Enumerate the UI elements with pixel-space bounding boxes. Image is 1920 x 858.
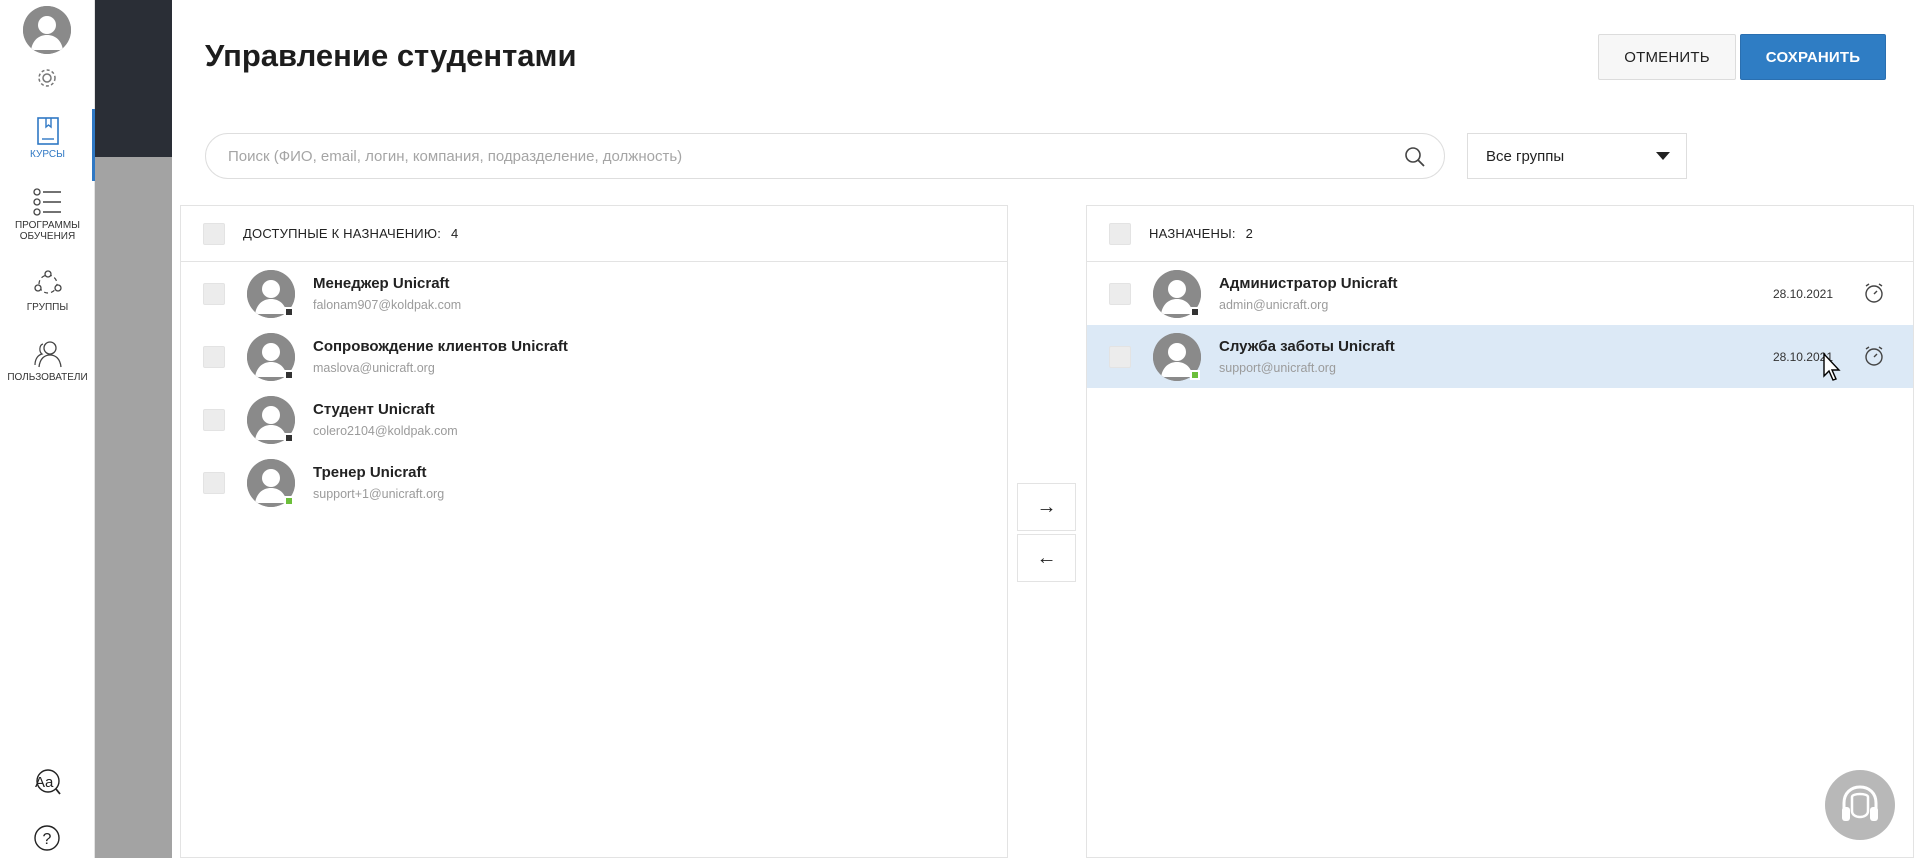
page-title: Управление студентами: [205, 38, 577, 73]
assign-button[interactable]: →: [1017, 483, 1076, 531]
available-header: ДОСТУПНЫЕ К НАЗНАЧЕНИЮ: 4: [181, 206, 1007, 262]
status-online-indicator: [284, 495, 294, 506]
status-offline-indicator: [284, 369, 294, 380]
sidebar-item-label: ПРОГРАММЫ: [14, 220, 80, 231]
available-label: ДОСТУПНЫЕ К НАЗНАЧЕНИЮ:: [243, 226, 442, 241]
assigned-header: НАЗНАЧЕНЫ: 2: [1087, 206, 1913, 262]
help-icon[interactable]: ?: [33, 824, 61, 852]
sidebar-item-groups[interactable]: ГРУППЫ: [0, 270, 95, 313]
assigned-date: 28.10.2021: [1772, 287, 1833, 301]
available-count: 4: [451, 226, 459, 241]
search-icon[interactable]: [1404, 146, 1426, 168]
search-box: [205, 133, 1445, 179]
avatar: [1153, 332, 1201, 381]
cancel-button[interactable]: ОТМЕНИТЬ: [1598, 34, 1736, 80]
sidebar-item-label: ГРУППЫ: [26, 302, 69, 313]
list-item[interactable]: Администратор Unicraft admin@unicraft.or…: [1087, 262, 1913, 325]
sidebar-item-courses[interactable]: КУРСЫ: [0, 109, 95, 181]
avatar: [247, 269, 295, 318]
search-input[interactable]: [228, 134, 1378, 178]
sidebar-item-label: ПОЛЬЗОВАТЕЛИ: [7, 372, 88, 383]
row-checkbox[interactable]: [1109, 282, 1131, 305]
row-checkbox[interactable]: [203, 282, 225, 305]
sidebar-item-users[interactable]: ПОЛЬЗОВАТЕЛИ: [0, 340, 95, 383]
font-size-icon[interactable]: Aa: [33, 768, 61, 796]
assigned-label: НАЗНАЧЕНЫ:: [1149, 226, 1236, 241]
sidebar-item-programs[interactable]: ПРОГРАММЫ ОБУЧЕНИЯ: [0, 188, 95, 242]
avatar-person-icon: [23, 6, 71, 54]
svg-text:?: ?: [43, 831, 52, 848]
select-all-available-checkbox[interactable]: [203, 222, 225, 245]
avatar: [1153, 269, 1201, 318]
user-name: Служба заботы Unicraft: [1219, 338, 1395, 355]
list-icon: [32, 188, 61, 216]
user-email: colero2104@koldpak.com: [313, 424, 458, 438]
user-name: Менеджер Unicraft: [313, 275, 450, 292]
user-name: Тренер Unicraft: [313, 464, 427, 481]
user-name: Сопровождение клиентов Unicraft: [313, 338, 568, 355]
row-checkbox[interactable]: [203, 471, 225, 494]
user-name: Студент Unicraft: [313, 401, 435, 418]
status-offline-indicator: [284, 432, 294, 443]
select-all-assigned-checkbox[interactable]: [1109, 222, 1131, 245]
row-checkbox[interactable]: [203, 345, 225, 368]
assigned-students-panel: НАЗНАЧЕНЫ: 2 Администратор Unicraft admi…: [1086, 205, 1914, 858]
timer-icon[interactable]: [1863, 282, 1885, 304]
headset-icon: [1842, 785, 1878, 821]
user-avatar[interactable]: [23, 6, 71, 54]
status-offline-indicator: [284, 306, 294, 317]
list-item[interactable]: Менеджер Unicraft falonam907@koldpak.com: [181, 262, 1007, 325]
chevron-down-icon: [1656, 152, 1670, 160]
user-email: support+1@unicraft.org: [313, 487, 445, 501]
save-button[interactable]: СОХРАНИТЬ: [1740, 34, 1886, 80]
book-icon: [36, 117, 59, 145]
group-filter-select[interactable]: Все группы: [1467, 133, 1687, 179]
avatar: [247, 332, 295, 381]
sidebar-item-label: КУРСЫ: [30, 149, 65, 160]
user-email: support@unicraft.org: [1219, 361, 1336, 375]
users-icon: [33, 341, 62, 368]
unassign-button[interactable]: ←: [1017, 534, 1076, 582]
gear-icon[interactable]: [35, 66, 59, 90]
row-checkbox[interactable]: [203, 408, 225, 431]
user-name: Администратор Unicraft: [1219, 275, 1398, 292]
status-online-indicator: [1190, 369, 1200, 380]
status-offline-indicator: [1190, 306, 1200, 317]
available-students-panel: ДОСТУПНЫЕ К НАЗНАЧЕНИЮ: 4 Менеджер Unicr…: [180, 205, 1008, 858]
support-chat-button[interactable]: [1825, 770, 1895, 840]
left-sidebar: КУРСЫ ПРОГРАММЫ ОБУЧЕНИЯ ГРУППЫ ПОЛЬЗОВА…: [0, 0, 95, 858]
list-item[interactable]: Тренер Unicraft support+1@unicraft.org: [181, 451, 1007, 514]
user-email: falonam907@koldpak.com: [313, 298, 462, 312]
background-header: [95, 0, 172, 157]
avatar: [247, 458, 295, 507]
user-email: maslova@unicraft.org: [313, 361, 435, 375]
group-filter-value: Все группы: [1486, 147, 1565, 165]
list-item[interactable]: Студент Unicraft colero2104@koldpak.com: [181, 388, 1007, 451]
row-checkbox[interactable]: [1109, 345, 1131, 368]
mouse-cursor-icon: [1823, 352, 1841, 381]
assigned-count: 2: [1245, 226, 1254, 241]
avatar: [247, 395, 295, 444]
list-item[interactable]: Служба заботы Unicraft support@unicraft.…: [1087, 325, 1913, 388]
student-management-panel: Управление студентами ОТМЕНИТЬ СОХРАНИТЬ…: [172, 0, 1920, 858]
list-item[interactable]: Сопровождение клиентов Unicraft maslova@…: [181, 325, 1007, 388]
groups-icon: [33, 270, 62, 294]
timer-icon[interactable]: [1863, 345, 1885, 367]
sidebar-item-label: ОБУЧЕНИЯ: [19, 231, 76, 242]
user-email: admin@unicraft.org: [1219, 298, 1329, 312]
